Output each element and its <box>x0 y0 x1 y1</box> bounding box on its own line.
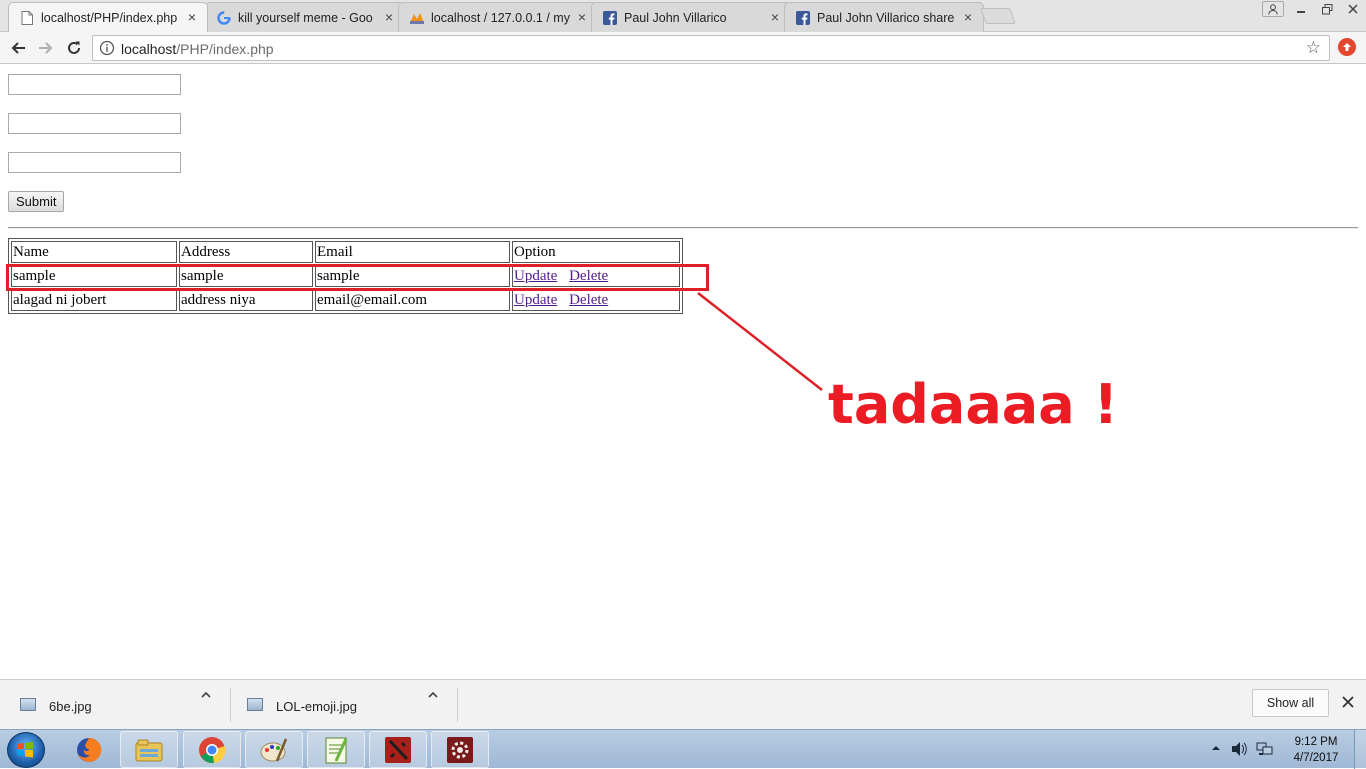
download-item[interactable]: 6be.jpg <box>20 688 220 722</box>
download-separator <box>230 688 231 722</box>
forward-arrow-icon[interactable] <box>35 37 57 59</box>
minimize-icon[interactable] <box>1288 0 1314 18</box>
chrome-icon <box>199 736 226 763</box>
chevron-up-icon[interactable] <box>199 688 213 704</box>
window-controls <box>1262 0 1366 20</box>
phpmyadmin-icon <box>409 10 425 26</box>
windows-taskbar: 9:12 PM 4/7/2017 <box>0 729 1366 769</box>
page-content: Submit Name Address Email Option sample … <box>0 65 1366 679</box>
tab-facebook-profile[interactable]: Paul John Villarico × <box>591 2 791 32</box>
tab-facebook-share[interactable]: Paul John Villarico share × <box>784 2 984 32</box>
browser-toolbar: localhost/PHP/index.php ☆ <box>0 32 1366 64</box>
page-icon <box>19 10 35 26</box>
facebook-icon <box>795 10 811 26</box>
firefox-icon <box>77 737 102 762</box>
show-desktop-button[interactable] <box>1354 730 1366 769</box>
new-tab-button[interactable] <box>980 8 1016 24</box>
google-icon <box>216 10 232 26</box>
close-icon[interactable]: × <box>575 9 589 25</box>
window-close-icon[interactable] <box>1340 0 1366 18</box>
back-arrow-icon[interactable] <box>7 37 29 59</box>
download-shelf: 6be.jpg LOL-emoji.jpg Show all <box>0 679 1366 729</box>
windows-logo-icon <box>17 741 33 758</box>
tab-title: Paul John Villarico <box>624 10 727 25</box>
tab-strip: localhost/PHP/index.php × kill yourself … <box>0 0 1366 32</box>
network-icon[interactable] <box>1256 741 1274 760</box>
tab-phpmyadmin[interactable]: localhost / 127.0.0.1 / my × <box>398 2 598 32</box>
paint-taskbar-button[interactable] <box>245 731 303 768</box>
annotation-text: tadaaaa ! <box>828 373 1119 436</box>
close-icon[interactable] <box>1339 691 1357 713</box>
dota2-icon <box>385 736 411 763</box>
volume-icon[interactable] <box>1231 741 1247 760</box>
user-profile-icon[interactable] <box>1262 1 1284 17</box>
url-text: localhost/PHP/index.php <box>121 41 274 57</box>
close-icon[interactable]: × <box>185 9 199 25</box>
chevron-up-icon[interactable] <box>426 688 440 704</box>
file-explorer-taskbar-button[interactable] <box>120 731 178 768</box>
url-path: /PHP/index.php <box>176 41 274 57</box>
close-icon[interactable]: × <box>382 9 396 25</box>
restore-icon[interactable] <box>1314 0 1340 18</box>
download-separator <box>457 688 458 722</box>
file-explorer-icon <box>135 739 163 761</box>
tab-title: kill yourself meme - Goo <box>238 10 373 25</box>
reload-icon[interactable] <box>63 37 85 59</box>
bookmark-star-icon[interactable]: ☆ <box>1306 38 1321 58</box>
clock-date: 4/7/2017 <box>1293 752 1339 764</box>
image-file-icon <box>247 698 263 711</box>
notepad-plus-taskbar-button[interactable] <box>307 731 365 768</box>
clock-time: 9:12 PM <box>1294 736 1338 748</box>
tab-localhost-index[interactable]: localhost/PHP/index.php × <box>8 2 208 32</box>
download-filename: 6be.jpg <box>49 699 92 714</box>
taskbar-clock[interactable]: 9:12 PM 4/7/2017 <box>1287 734 1345 766</box>
facebook-icon <box>602 10 618 26</box>
firefox-taskbar-button[interactable] <box>60 731 118 768</box>
close-icon[interactable]: × <box>768 9 782 25</box>
paint-icon <box>260 738 288 761</box>
address-bar[interactable]: localhost/PHP/index.php ☆ <box>92 35 1330 61</box>
show-all-button[interactable]: Show all <box>1252 689 1329 717</box>
annotation-arrow <box>697 292 823 391</box>
image-file-icon <box>20 698 36 711</box>
tab-google-search[interactable]: kill yourself meme - Goo × <box>205 2 405 32</box>
notepad-plus-icon <box>325 737 348 763</box>
tab-title: localhost / 127.0.0.1 / my <box>431 10 570 25</box>
settings-taskbar-button[interactable] <box>431 731 489 768</box>
tray-expand-icon[interactable] <box>1211 742 1221 756</box>
extension-icon[interactable] <box>1338 38 1356 56</box>
tab-title: Paul John Villarico share <box>817 10 955 25</box>
url-host: localhost <box>121 41 177 57</box>
download-item[interactable]: LOL-emoji.jpg <box>247 688 447 722</box>
chrome-taskbar-button[interactable] <box>183 731 241 768</box>
info-icon[interactable] <box>99 40 115 59</box>
close-icon[interactable]: × <box>961 9 975 25</box>
download-filename: LOL-emoji.jpg <box>276 699 357 714</box>
start-button[interactable] <box>7 732 45 768</box>
settings-gear-icon <box>447 736 473 763</box>
dota2-taskbar-button[interactable] <box>369 731 427 768</box>
tab-title: localhost/PHP/index.php <box>41 10 178 25</box>
